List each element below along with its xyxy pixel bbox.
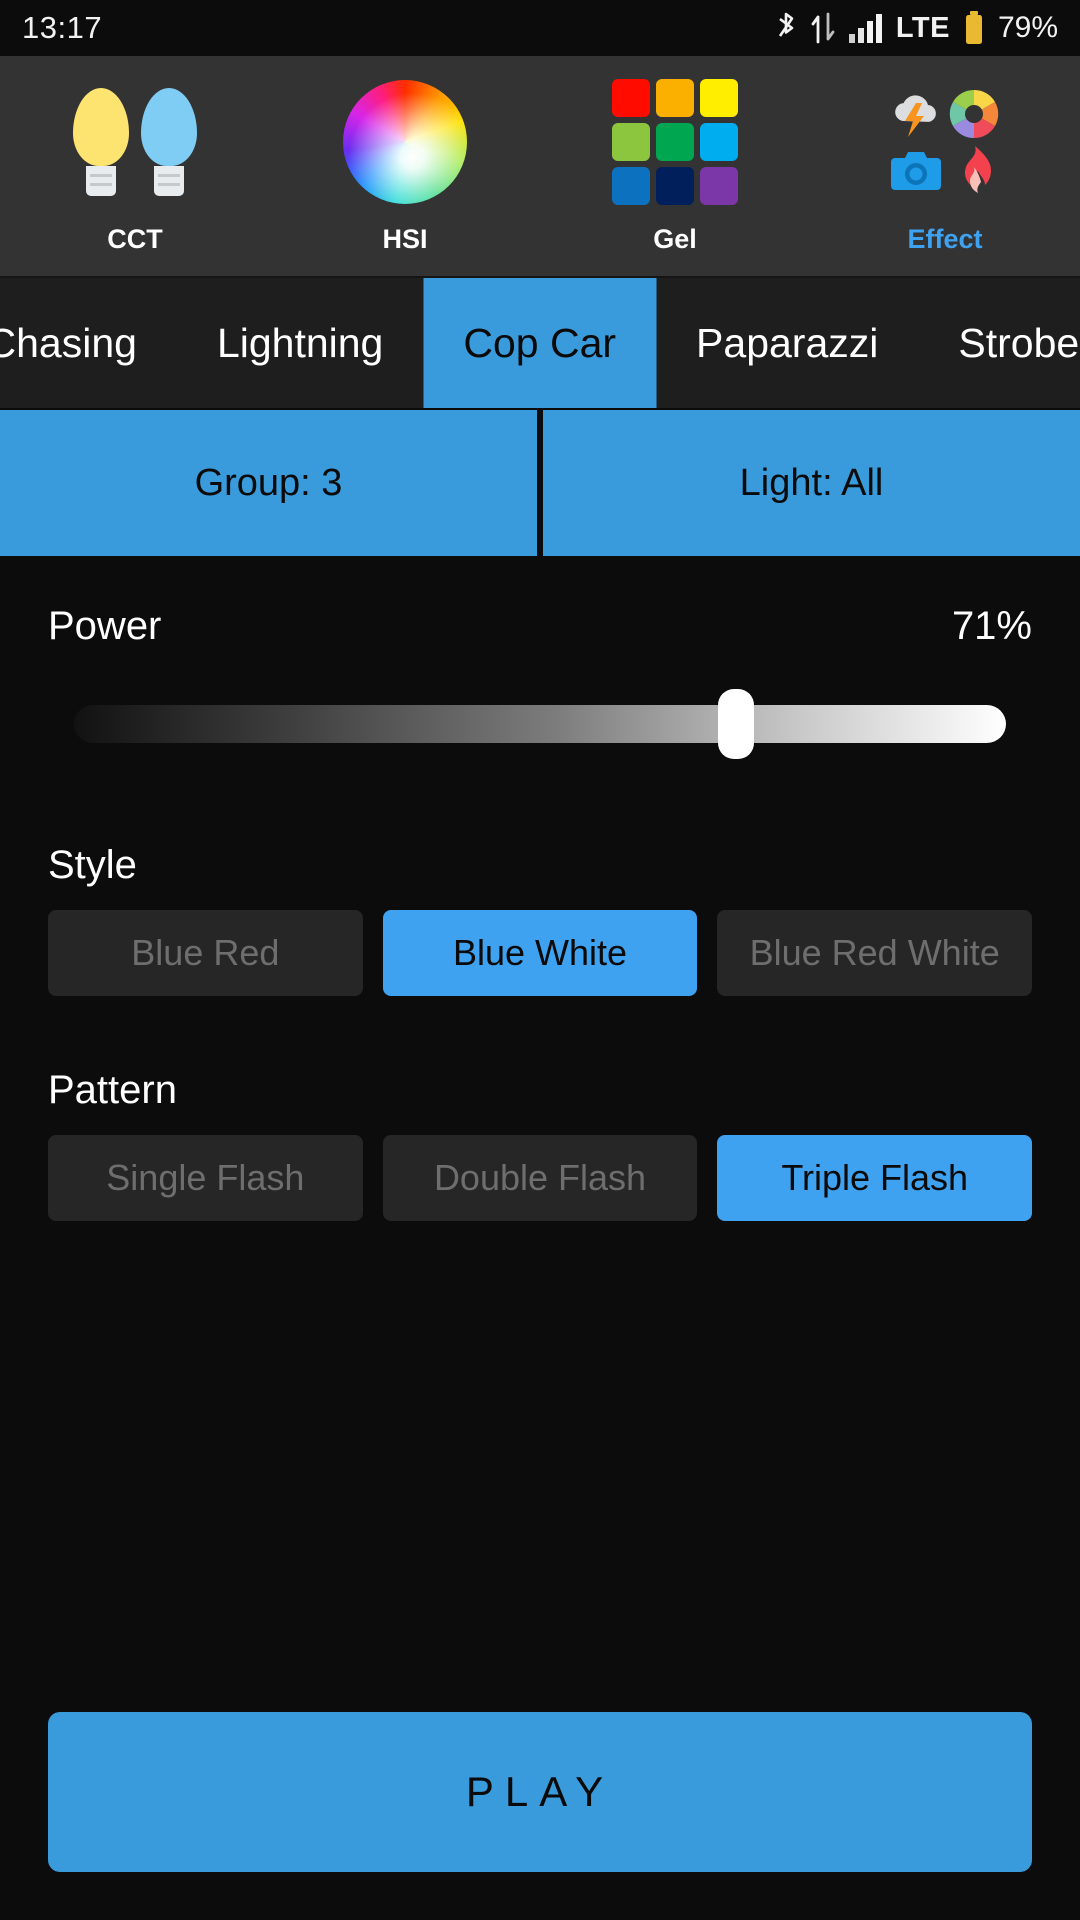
app-root: 13:17 LTE 79% CCT HSI Gel Effect Chasing… [0, 0, 1080, 1920]
effect-tab-paparazzi[interactable]: Paparazzi [656, 278, 918, 408]
effect-tab-lightning[interactable]: Lightning [177, 278, 423, 408]
mode-tab-label-gel: Gel [653, 224, 697, 254]
color-swatches-icon [612, 79, 738, 205]
storm-cloud-icon [889, 89, 943, 139]
flame-icon [954, 145, 994, 195]
power-slider-track[interactable] [74, 705, 1006, 743]
battery-icon [963, 11, 985, 45]
effect-settings-panel: Power 71% Style Blue Red Blue White Blue R… [0, 556, 1080, 1221]
status-clock: 13:17 [22, 10, 103, 45]
style-option-blue-red[interactable]: Blue Red [48, 910, 363, 996]
camera-icon [890, 148, 942, 192]
group-selector-button[interactable]: Group: 3 [0, 410, 537, 556]
light-selector-button[interactable]: Light: All [543, 410, 1080, 556]
pattern-section-title: Pattern [48, 1068, 177, 1112]
play-button-container: PLAY [48, 1712, 1032, 1872]
gel-swatch [656, 123, 694, 161]
gel-swatch [700, 79, 738, 117]
aperture-color-icon [949, 89, 999, 139]
pattern-option-row: Single Flash Double Flash Triple Flash [48, 1135, 1033, 1221]
signal-bars-icon [848, 13, 883, 43]
gel-swatch [656, 79, 694, 117]
pattern-option-double-flash[interactable]: Double Flash [382, 1135, 698, 1221]
network-type-label: LTE [895, 11, 950, 44]
effect-tab-strobe[interactable]: Strobe [918, 278, 1080, 408]
mode-tab-cct[interactable]: CCT [0, 56, 270, 276]
power-slider-thumb[interactable] [717, 689, 754, 759]
mode-tab-effect[interactable]: Effect [810, 56, 1080, 276]
mode-tab-label-hsi: HSI [382, 224, 428, 254]
mode-tab-bar: CCT HSI Gel Effect [0, 56, 1080, 278]
power-slider[interactable] [48, 675, 1032, 771]
play-button[interactable]: PLAY [48, 1712, 1032, 1872]
effect-tab-cop-car[interactable]: Cop Car [423, 278, 657, 408]
color-wheel-icon [343, 80, 467, 204]
gel-swatch [656, 167, 694, 205]
target-selector-bar: Group: 3 Light: All [0, 408, 1080, 556]
effect-tab-strip[interactable]: Chasing Lightning Cop Car Paparazzi Strobe [0, 278, 1080, 408]
bluetooth-icon [775, 11, 797, 45]
mode-tab-gel[interactable]: Gel [540, 56, 810, 276]
gel-swatch [700, 123, 738, 161]
gel-swatch [612, 167, 650, 205]
power-row: Power 71% [48, 556, 1032, 649]
gel-swatch [612, 79, 650, 117]
effect-tab-chasing[interactable]: Chasing [0, 278, 177, 408]
power-value-label: 71% [951, 604, 1032, 648]
gel-swatch [700, 167, 738, 205]
data-transfer-icon [810, 12, 836, 44]
mode-tab-label-cct: CCT [107, 224, 163, 254]
style-section-title: Style [48, 843, 137, 887]
battery-percent-label: 79% [997, 11, 1058, 44]
style-option-row: Blue Red Blue White Blue Red White [48, 910, 1033, 996]
light-bulbs-icon [73, 86, 197, 198]
pattern-option-triple-flash[interactable]: Triple Flash [717, 1135, 1033, 1221]
status-bar: 13:17 LTE 79% [0, 0, 1080, 56]
power-label: Power [48, 604, 162, 648]
gel-swatch [612, 123, 650, 161]
mode-tab-label-effect: Effect [907, 224, 983, 254]
style-option-blue-red-white[interactable]: Blue Red White [717, 910, 1033, 996]
pattern-option-single-flash[interactable]: Single Flash [48, 1135, 363, 1221]
mode-tab-hsi[interactable]: HSI [270, 56, 540, 276]
status-indicators: LTE 79% [775, 11, 1058, 45]
effects-icon [888, 86, 1002, 198]
style-option-blue-white[interactable]: Blue White [382, 910, 698, 996]
